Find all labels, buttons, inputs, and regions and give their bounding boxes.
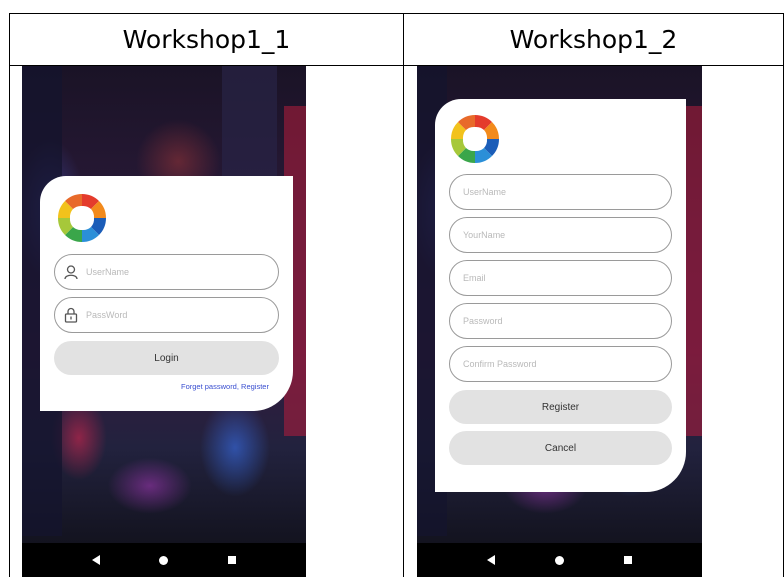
logo-icon bbox=[57, 193, 107, 243]
recents-icon[interactable] bbox=[624, 556, 632, 564]
login-card: UserName PassWord Login Forget password,… bbox=[40, 176, 293, 411]
android-nav-bar bbox=[417, 543, 702, 577]
column-header-2: Workshop1_2 bbox=[509, 24, 678, 54]
cancel-button[interactable]: Cancel bbox=[449, 431, 672, 465]
password-field[interactable]: PassWord bbox=[54, 297, 279, 333]
register-username-field[interactable]: UserName bbox=[449, 174, 672, 210]
table-left-border bbox=[9, 13, 10, 577]
column-header-1: Workshop1_1 bbox=[122, 24, 291, 54]
email-field[interactable]: Email bbox=[449, 260, 672, 296]
yourname-placeholder: YourName bbox=[463, 230, 506, 240]
lock-icon bbox=[64, 307, 78, 323]
register-card: UserName YourName Email Password Confirm… bbox=[435, 99, 686, 492]
confirm-password-field[interactable]: Confirm Password bbox=[449, 346, 672, 382]
confirm-password-placeholder: Confirm Password bbox=[463, 359, 537, 369]
username-field[interactable]: UserName bbox=[54, 254, 279, 290]
yourname-field[interactable]: YourName bbox=[449, 217, 672, 253]
recents-icon[interactable] bbox=[228, 556, 237, 564]
android-nav-bar bbox=[22, 543, 306, 577]
register-phone-screen: UserName YourName Email Password Confirm… bbox=[417, 66, 702, 577]
register-username-placeholder: UserName bbox=[463, 187, 507, 197]
password-placeholder: PassWord bbox=[86, 310, 128, 320]
back-icon[interactable] bbox=[91, 555, 100, 565]
username-placeholder: UserName bbox=[86, 267, 130, 277]
home-icon[interactable] bbox=[555, 555, 564, 565]
register-password-field[interactable]: Password bbox=[449, 303, 672, 339]
login-phone-screen: UserName PassWord Login Forget password,… bbox=[22, 66, 306, 577]
forget-register-link[interactable]: Forget password, Register bbox=[181, 382, 269, 391]
user-icon bbox=[64, 265, 78, 280]
register-password-placeholder: Password bbox=[463, 316, 503, 326]
table-middle-border bbox=[403, 13, 404, 577]
email-placeholder: Email bbox=[463, 273, 486, 283]
logo-icon bbox=[450, 114, 500, 164]
login-button[interactable]: Login bbox=[54, 341, 279, 375]
register-button[interactable]: Register bbox=[449, 390, 672, 424]
home-icon[interactable] bbox=[159, 555, 169, 565]
back-icon[interactable] bbox=[487, 555, 495, 565]
